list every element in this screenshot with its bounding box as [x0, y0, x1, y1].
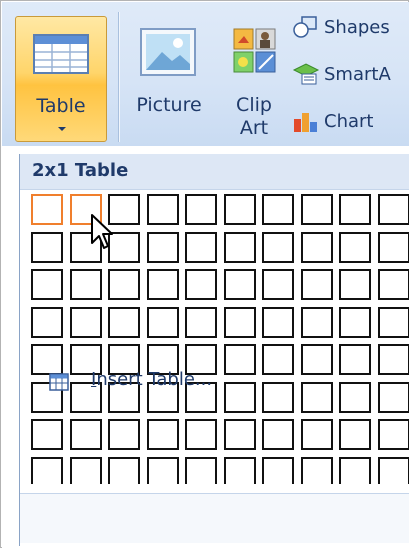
insert-table-label[interactable]: Insert Table... — [91, 369, 212, 390]
smartart-button[interactable]: SmartA — [292, 59, 391, 89]
grid-cell[interactable] — [185, 456, 217, 484]
grid-cell[interactable] — [339, 231, 371, 263]
insert-table-dropdown: 2x1 Table — [2, 146, 409, 548]
grid-cell[interactable] — [223, 306, 256, 338]
grid-cell[interactable] — [185, 306, 217, 338]
grid-cell[interactable] — [223, 456, 256, 484]
grid-cell[interactable] — [339, 344, 371, 375]
grid-cell[interactable] — [146, 231, 179, 263]
smartart-icon — [292, 63, 320, 85]
grid-cell[interactable] — [377, 231, 409, 263]
grid-cell[interactable] — [108, 456, 140, 484]
clip-art-label-line1: Clip — [236, 94, 272, 116]
grid-cell[interactable] — [223, 419, 256, 450]
mouse-cursor-icon — [91, 214, 113, 249]
grid-cell[interactable] — [339, 419, 371, 450]
grid-cell[interactable] — [262, 344, 294, 375]
insert-table-label-rest: nsert Table... — [96, 369, 213, 390]
insert-table-icon — [49, 373, 69, 391]
grid-cell[interactable] — [339, 194, 371, 225]
grid-cell[interactable] — [108, 269, 140, 300]
grid-cell[interactable] — [146, 194, 179, 225]
chart-label: Chart — [324, 110, 374, 132]
grid-cell[interactable] — [69, 456, 102, 484]
dropdown-arrow-icon — [58, 127, 66, 131]
grid-cell[interactable] — [300, 269, 333, 300]
grid-cell[interactable] — [108, 306, 140, 338]
grid-cell[interactable] — [377, 194, 409, 225]
grid-cell[interactable] — [146, 456, 179, 484]
grid-cell[interactable] — [185, 194, 217, 225]
grid-cell[interactable] — [262, 306, 294, 338]
grid-cell[interactable] — [300, 419, 333, 450]
grid-cell[interactable] — [69, 419, 102, 450]
grid-cell[interactable] — [300, 344, 333, 375]
ribbon-separator — [118, 12, 119, 142]
grid-cell[interactable] — [339, 456, 371, 484]
grid-cell[interactable] — [262, 269, 294, 300]
grid-cell[interactable] — [377, 269, 409, 300]
grid-cell[interactable] — [300, 306, 333, 338]
clip-art-label-line2: Art — [239, 117, 269, 139]
clip-art-icon[interactable] — [233, 28, 277, 74]
grid-cell[interactable] — [146, 419, 179, 450]
table-size-grid[interactable] — [31, 194, 409, 484]
grid-cell[interactable] — [31, 194, 63, 225]
smartart-label: SmartA — [324, 63, 391, 85]
grid-cell[interactable] — [146, 306, 179, 338]
grid-cell[interactable] — [146, 269, 179, 300]
table-button[interactable]: Table — [15, 16, 107, 142]
grid-cell[interactable] — [339, 381, 371, 413]
grid-cell[interactable] — [31, 231, 63, 263]
grid-cell[interactable] — [262, 456, 294, 484]
chart-icon — [294, 113, 317, 132]
grid-cell[interactable] — [185, 231, 217, 263]
grid-cell[interactable] — [223, 381, 256, 413]
shapes-icon — [293, 16, 317, 38]
grid-cell[interactable] — [339, 306, 371, 338]
grid-cell[interactable] — [339, 269, 371, 300]
grid-cell[interactable] — [223, 269, 256, 300]
grid-cell[interactable] — [262, 231, 294, 263]
grid-cell[interactable] — [262, 194, 294, 225]
grid-cell[interactable] — [262, 381, 294, 413]
grid-cell[interactable] — [185, 269, 217, 300]
grid-cell[interactable] — [185, 419, 217, 450]
grid-cell[interactable] — [262, 419, 294, 450]
grid-cell[interactable] — [377, 456, 409, 484]
grid-cell[interactable] — [31, 306, 63, 338]
grid-cell[interactable] — [31, 456, 63, 484]
grid-cell[interactable] — [377, 344, 409, 375]
insert-table-window: Table Picture Clip Art Shapes SmartA Cha… — [0, 0, 409, 548]
grid-cell[interactable] — [223, 231, 256, 263]
shapes-label: Shapes — [324, 16, 390, 38]
grid-cell[interactable] — [31, 269, 63, 300]
picture-icon[interactable] — [140, 28, 196, 76]
grid-cell[interactable] — [300, 194, 333, 225]
chart-button[interactable]: Chart — [292, 106, 373, 136]
grid-cell[interactable] — [69, 269, 102, 300]
picture-button-label[interactable]: Picture — [132, 94, 206, 116]
grid-cell[interactable] — [31, 344, 63, 375]
dropdown-left-border — [19, 154, 20, 546]
clip-art-button-label[interactable]: Clip Art — [224, 94, 284, 140]
ribbon-insert-group: Table Picture Clip Art Shapes SmartA Cha… — [2, 2, 409, 146]
grid-cell[interactable] — [69, 306, 102, 338]
grid-cell[interactable] — [377, 419, 409, 450]
insert-table-menu-item[interactable] — [20, 493, 409, 543]
grid-cell[interactable] — [377, 306, 409, 338]
grid-cell[interactable] — [300, 231, 333, 263]
shapes-button[interactable]: Shapes — [292, 12, 390, 42]
grid-cell[interactable] — [300, 381, 333, 413]
dropdown-header: 2x1 Table — [20, 154, 409, 190]
grid-cell[interactable] — [223, 344, 256, 375]
grid-cell[interactable] — [300, 456, 333, 484]
table-size-label: 2x1 Table — [32, 160, 129, 181]
grid-cell[interactable] — [108, 419, 140, 450]
grid-cell[interactable] — [223, 194, 256, 225]
table-button-label: Table — [36, 95, 86, 117]
grid-cell[interactable] — [377, 381, 409, 413]
grid-cell[interactable] — [31, 419, 63, 450]
table-icon — [33, 34, 89, 74]
